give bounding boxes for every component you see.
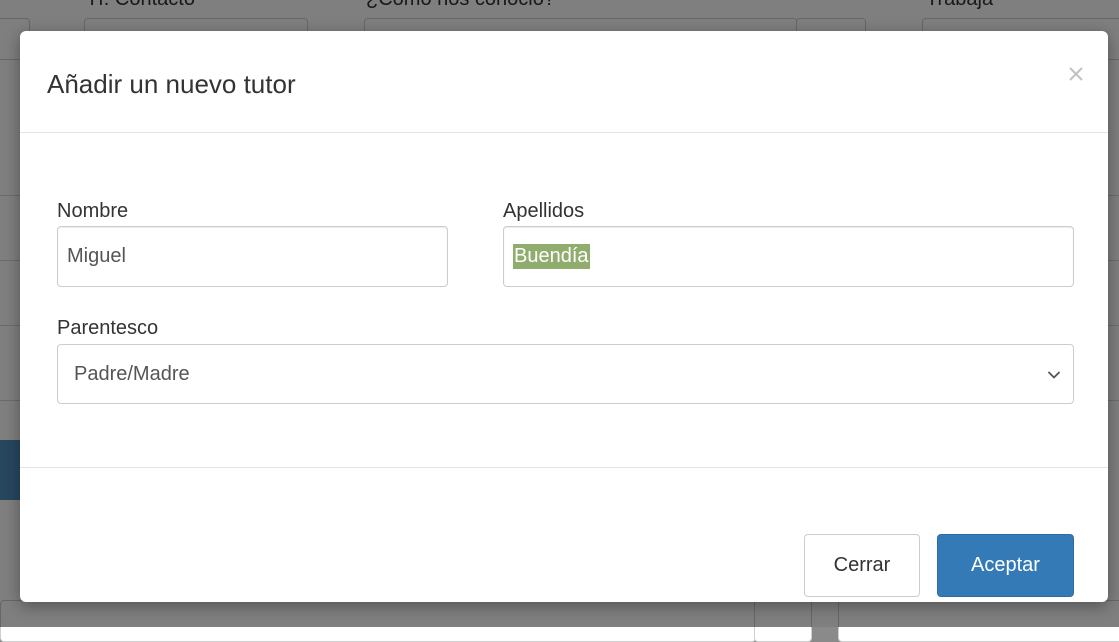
- aceptar-button[interactable]: Aceptar: [937, 534, 1074, 597]
- nombre-input[interactable]: Miguel: [57, 226, 448, 287]
- parentesco-label: Parentesco: [57, 317, 159, 339]
- modal-body: Nombre Miguel Apellidos Buendía Parentes…: [20, 133, 1108, 467]
- nombre-label: Nombre: [57, 200, 129, 222]
- chevron-down-icon: [1048, 371, 1060, 379]
- apellidos-label: Apellidos: [503, 200, 585, 222]
- nombre-input-value: Miguel: [67, 245, 126, 267]
- parentesco-selected-value: Padre/Madre: [74, 362, 190, 385]
- close-icon: [1069, 67, 1083, 81]
- apellidos-input-value: Buendía: [513, 244, 590, 269]
- parentesco-select[interactable]: Padre/Madre: [57, 344, 1074, 404]
- modal-header: Añadir un nuevo tutor: [20, 31, 1108, 133]
- close-button[interactable]: [1064, 59, 1088, 89]
- modal-title: Añadir un nuevo tutor: [47, 69, 296, 99]
- apellidos-input[interactable]: Buendía: [503, 226, 1074, 287]
- add-tutor-modal: Añadir un nuevo tutor Nombre Miguel Apel…: [20, 31, 1108, 602]
- cerrar-button[interactable]: Cerrar: [804, 534, 920, 597]
- modal-footer: Cerrar Aceptar: [20, 467, 1108, 602]
